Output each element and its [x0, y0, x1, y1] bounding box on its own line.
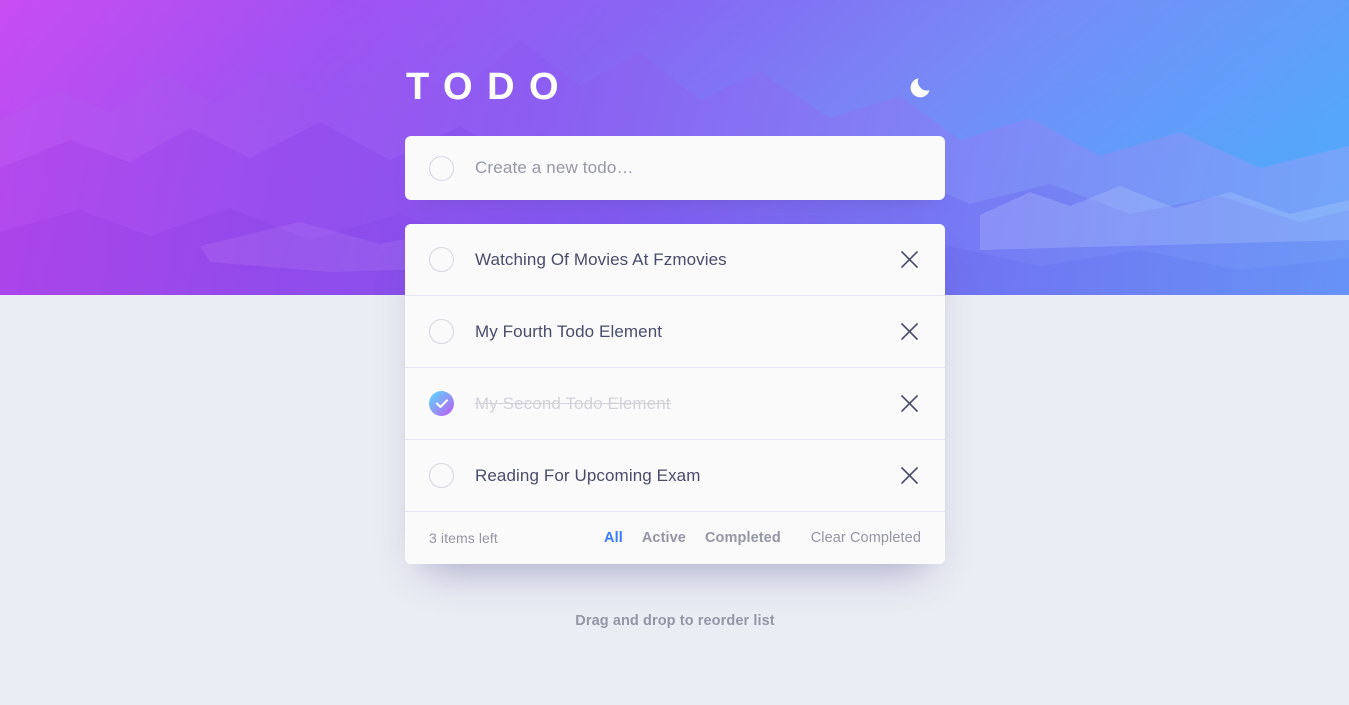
close-icon: [900, 251, 918, 268]
close-icon: [900, 467, 918, 484]
theme-toggle-button[interactable]: [906, 72, 936, 102]
filter-group: All Active Completed: [604, 530, 811, 546]
todo-label[interactable]: My Fourth Todo Element: [475, 322, 900, 342]
reorder-hint: Drag and drop to reorder list: [575, 613, 775, 629]
todo-check-circle[interactable]: [429, 247, 454, 272]
todo-check-circle[interactable]: [429, 463, 454, 488]
todo-check-circle[interactable]: [429, 391, 454, 416]
todo-label[interactable]: Reading For Upcoming Exam: [475, 466, 900, 486]
new-todo-check-circle[interactable]: [429, 155, 454, 181]
todo-check-circle[interactable]: [429, 319, 454, 344]
list-footer: 3 items left All Active Completed Clear …: [405, 512, 945, 564]
table-row[interactable]: My Second Todo Element: [405, 368, 945, 440]
todo-list-card: Watching Of Movies At Fzmovies My Fourth…: [405, 224, 945, 564]
new-todo-bar[interactable]: [405, 136, 945, 200]
todo-label[interactable]: Watching Of Movies At Fzmovies: [475, 250, 900, 270]
delete-todo-button[interactable]: [900, 395, 918, 413]
table-row[interactable]: Watching Of Movies At Fzmovies: [405, 224, 945, 296]
clear-completed-button[interactable]: Clear Completed: [811, 530, 921, 546]
filter-active[interactable]: Active: [642, 530, 686, 546]
todo-label[interactable]: My Second Todo Element: [475, 394, 900, 414]
new-todo-input[interactable]: [475, 136, 921, 200]
items-left-count: 3 items left: [429, 530, 498, 546]
delete-todo-button[interactable]: [900, 251, 918, 269]
delete-todo-button[interactable]: [900, 467, 918, 485]
page-title: TODO: [406, 66, 574, 108]
table-row[interactable]: Reading For Upcoming Exam: [405, 440, 945, 512]
close-icon: [900, 323, 918, 340]
check-icon: [435, 398, 448, 408]
delete-todo-button[interactable]: [900, 323, 918, 341]
content-column: TODO Watching Of Movies At Fzmovies: [405, 0, 945, 629]
moon-icon: [910, 78, 930, 98]
close-icon: [900, 395, 918, 412]
app-header: TODO: [405, 52, 945, 122]
filter-all[interactable]: All: [604, 530, 623, 546]
table-row[interactable]: My Fourth Todo Element: [405, 296, 945, 368]
filter-completed[interactable]: Completed: [705, 530, 781, 546]
